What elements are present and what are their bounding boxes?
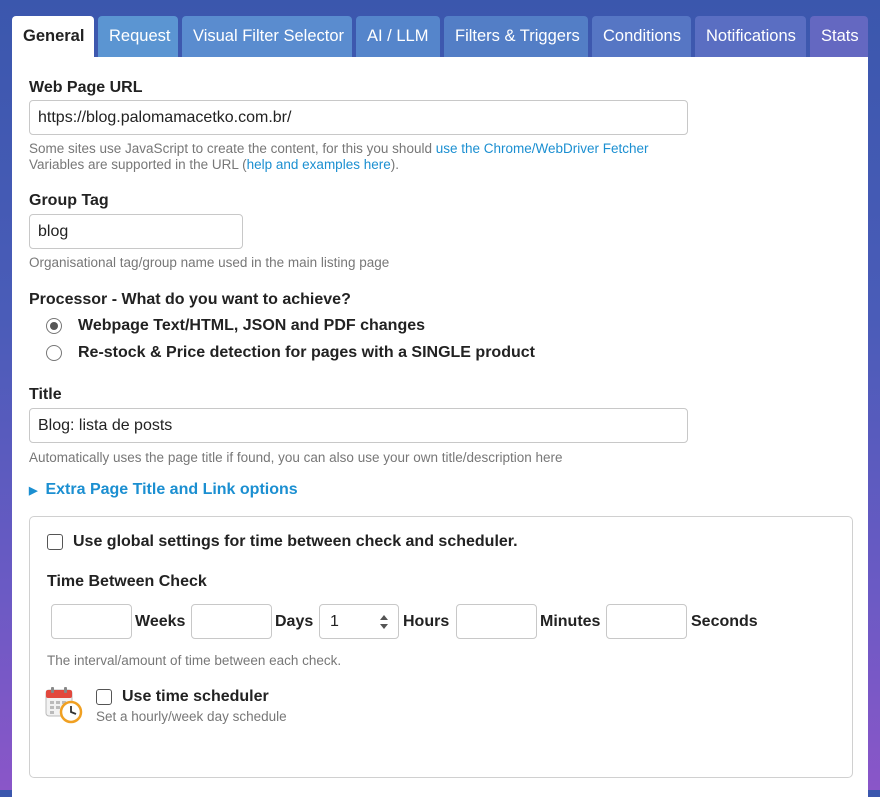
caret-right-icon: ▶ bbox=[29, 484, 38, 497]
processor-option-label: Webpage Text/HTML, JSON and PDF changes bbox=[78, 317, 426, 334]
general-panel: Web Page URL Some sites use JavaScript t… bbox=[12, 57, 868, 797]
spinner-arrows-icon[interactable] bbox=[379, 613, 389, 631]
interval-help: The interval/amount of time between each… bbox=[47, 653, 342, 668]
tab-visual-filter-selector[interactable]: Visual Filter Selector bbox=[182, 16, 352, 57]
time-scheduler-label: Use time scheduler bbox=[122, 688, 269, 705]
processor-option-label: Re-stock & Price detection for pages wit… bbox=[78, 344, 535, 361]
time-scheduler-help: Set a hourly/week day schedule bbox=[96, 709, 287, 724]
tab-filters-triggers[interactable]: Filters & Triggers bbox=[444, 16, 588, 57]
extra-options-label: Extra Page Title and Link options bbox=[45, 481, 298, 498]
help-examples-link[interactable]: help and examples here bbox=[247, 157, 391, 172]
url-help-text-2: Variables are supported in the URL ( bbox=[29, 157, 247, 172]
group-tag-help: Organisational tag/group name used in th… bbox=[29, 255, 390, 270]
group-tag-input[interactable] bbox=[29, 214, 243, 249]
time-between-check-label: Time Between Check bbox=[47, 573, 207, 590]
hours-value: 1 bbox=[330, 613, 339, 630]
use-global-checkbox[interactable] bbox=[47, 534, 63, 550]
tab-request[interactable]: Request bbox=[98, 16, 178, 57]
url-input[interactable] bbox=[29, 100, 688, 135]
url-help-suffix: ). bbox=[390, 157, 399, 172]
days-input[interactable] bbox=[191, 604, 272, 639]
hours-input[interactable]: 1 bbox=[319, 604, 399, 639]
title-label: Title bbox=[29, 386, 62, 403]
use-global-label: Use global settings for time between che… bbox=[73, 533, 518, 550]
chrome-fetcher-link[interactable]: use the Chrome/WebDriver Fetcher bbox=[436, 141, 649, 156]
group-tag-label: Group Tag bbox=[29, 192, 109, 209]
tab-conditions[interactable]: Conditions bbox=[592, 16, 691, 57]
tab-stats[interactable]: Stats bbox=[810, 16, 868, 57]
schedule-box bbox=[29, 516, 853, 778]
hours-unit: Hours bbox=[403, 613, 450, 630]
weeks-unit: Weeks bbox=[135, 613, 186, 630]
time-scheduler-checkbox[interactable] bbox=[96, 689, 112, 705]
extra-options-toggle[interactable]: ▶ Extra Page Title and Link options bbox=[29, 481, 298, 499]
radio-button[interactable] bbox=[46, 345, 62, 361]
processor-label: Processor - What do you want to achieve? bbox=[29, 291, 351, 308]
tab-bar: General Request Visual Filter Selector A… bbox=[12, 16, 868, 57]
processor-option-text-html[interactable]: Webpage Text/HTML, JSON and PDF changes bbox=[46, 317, 425, 335]
days-unit: Days bbox=[275, 613, 314, 630]
title-help: Automatically uses the page title if fou… bbox=[29, 450, 563, 465]
use-global-settings[interactable]: Use global settings for time between che… bbox=[47, 533, 518, 551]
use-time-scheduler[interactable]: Use time scheduler bbox=[96, 688, 269, 706]
seconds-unit: Seconds bbox=[691, 613, 758, 630]
radio-button-checked[interactable] bbox=[46, 318, 62, 334]
tab-notifications[interactable]: Notifications bbox=[695, 16, 806, 57]
url-help-text: Some sites use JavaScript to create the … bbox=[29, 141, 436, 156]
url-help: Some sites use JavaScript to create the … bbox=[29, 141, 649, 173]
processor-option-restock[interactable]: Re-stock & Price detection for pages wit… bbox=[46, 344, 535, 362]
minutes-unit: Minutes bbox=[540, 613, 601, 630]
seconds-input[interactable] bbox=[606, 604, 687, 639]
calendar-clock-icon bbox=[45, 687, 83, 724]
weeks-input[interactable] bbox=[51, 604, 132, 639]
tab-general[interactable]: General bbox=[12, 16, 94, 57]
title-input[interactable] bbox=[29, 408, 688, 443]
url-label: Web Page URL bbox=[29, 79, 143, 96]
minutes-input[interactable] bbox=[456, 604, 537, 639]
tab-ai-llm[interactable]: AI / LLM bbox=[356, 16, 440, 57]
